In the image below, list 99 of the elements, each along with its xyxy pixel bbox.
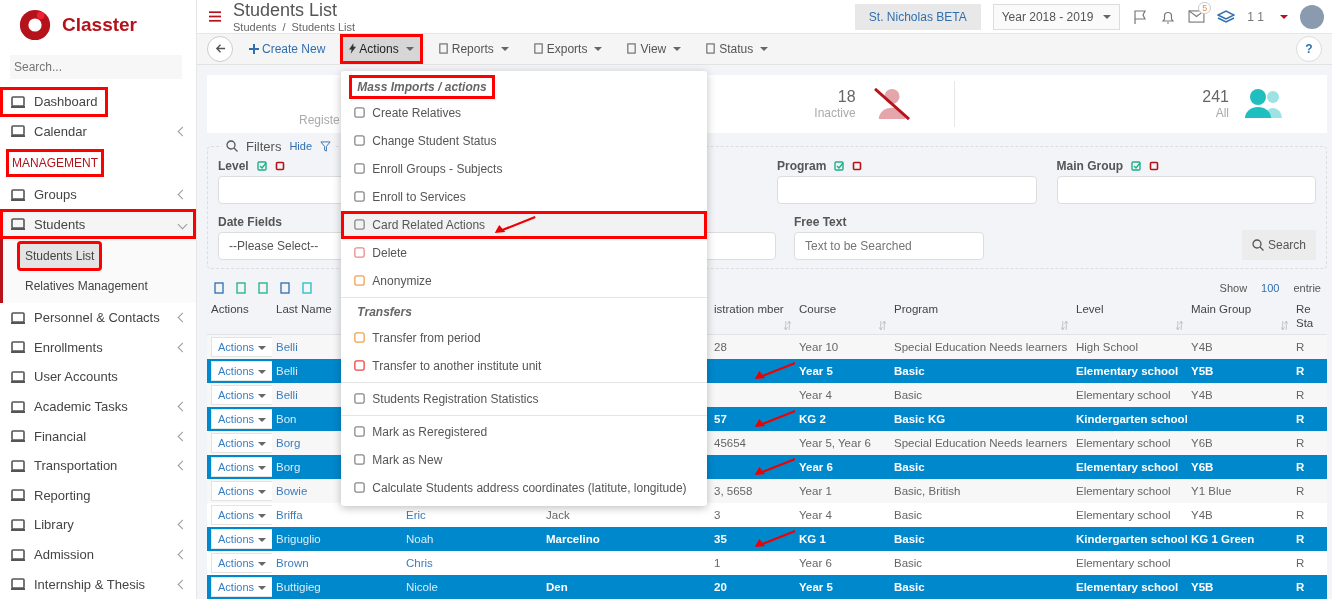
table-cell: Borg (276, 437, 301, 449)
filters-title: Filters (246, 138, 282, 154)
table-cell: 45654 (714, 437, 746, 449)
stat-value: 241 (1202, 87, 1229, 106)
table-cell: R (1296, 413, 1305, 425)
table-cell: Basic (894, 365, 925, 377)
table-cell: KG 1 Green (1191, 533, 1255, 545)
table-cell: 57 (714, 413, 727, 425)
table-cell: 3, 5658 (714, 485, 753, 497)
table-cell: R (1296, 557, 1305, 569)
table-cell: Belli (276, 389, 298, 401)
table-cell: Y6B (1191, 461, 1214, 473)
table-cell: Year 1 (799, 485, 832, 497)
field-label: Free Text (794, 214, 847, 229)
table-cell: High School (1076, 341, 1138, 353)
table-cell: R (1296, 365, 1305, 377)
menu-heading: Transfers (356, 303, 413, 321)
table-cell: Belli (276, 365, 298, 377)
table-cell: 3 (714, 509, 721, 521)
table-cell: R (1296, 485, 1305, 497)
table-cell: KG 1 (799, 533, 826, 545)
table-cell: Year 4 (799, 509, 832, 521)
table-cell: Bowie (276, 485, 308, 497)
field-label: Level (218, 158, 249, 173)
table-cell: Elementary school (1076, 485, 1171, 497)
table-cell: Year 10 (799, 341, 839, 353)
table-cell: Year 6 (799, 461, 833, 473)
table-cell: Briffa (276, 509, 303, 521)
stat-value: 18 (837, 87, 856, 106)
table-cell: Basic (894, 509, 923, 521)
table-cell: R (1296, 389, 1305, 401)
table-cell: Elementary school (1076, 365, 1179, 377)
stat-label: Inactive (814, 105, 856, 120)
table-cell: Basic KG (894, 413, 946, 425)
table-cell: KG 2 (799, 413, 826, 425)
table-cell: Elementary school (1076, 461, 1179, 473)
table-cell: Elementary school (1076, 437, 1171, 449)
table-cell: Borg (276, 461, 301, 473)
table-cell: Elementary school (1076, 389, 1171, 401)
table-cell: Basic (894, 581, 925, 593)
menu-heading: Mass Imports / actions (349, 74, 495, 99)
table-cell: R (1296, 509, 1305, 521)
table-cell: Chris (406, 557, 433, 569)
page-title: Students List (233, 0, 339, 22)
table-cell: Kindergarten school (1076, 413, 1187, 425)
table-cell: Buttigieg (276, 581, 321, 593)
table-cell: R (1296, 461, 1305, 473)
stat-label: All (1215, 105, 1229, 120)
table-cell: Bon (276, 413, 297, 425)
table-cell: R (1296, 341, 1305, 353)
table-cell: Elementary school (1076, 509, 1171, 521)
table-cell: 20 (714, 581, 727, 593)
table-cell: Y4B (1191, 509, 1213, 521)
table-cell: Y6B (1191, 437, 1213, 449)
table-cell: Y1 Blue (1191, 485, 1232, 497)
table-cell: 28 (714, 341, 727, 353)
table-cell: Special Education Needs learners (894, 437, 1068, 449)
field-label: Date Fields (218, 214, 283, 229)
table-cell: Y5B (1191, 365, 1214, 377)
table-cell: Basic (894, 389, 923, 401)
table-cell: Nicole (406, 581, 438, 593)
field-label: Main Group (1056, 158, 1124, 173)
table-cell: Basic (894, 461, 925, 473)
table-cell: Den (546, 581, 568, 593)
table-cell: Basic (894, 557, 923, 569)
table-cell: Special Education Needs learners (894, 341, 1068, 353)
table-cell: Y4B (1191, 389, 1213, 401)
table-cell: Eric (406, 509, 426, 521)
table-cell: Briguglio (276, 533, 321, 545)
table-cell: R (1296, 533, 1305, 545)
brand-name: Classter (62, 13, 137, 36)
table-cell: Year 4 (799, 389, 832, 401)
stat-label: Registe (299, 112, 340, 127)
table-cell: Elementary school (1076, 557, 1171, 569)
table-cell: Noah (406, 533, 434, 545)
table-cell: R (1296, 581, 1305, 593)
table-cell: Brown (276, 557, 309, 569)
show-label: Show (1219, 281, 1248, 294)
table-cell: Y5B (1191, 581, 1214, 593)
table-cell: 35 (714, 533, 727, 545)
table-cell: Year 5 (799, 365, 833, 377)
table-cell: Jack (546, 509, 570, 521)
table-cell: Year 5, Year 6 (799, 437, 871, 449)
breadcrumb-separator: / (282, 21, 286, 34)
table-cell: Belli (276, 341, 298, 353)
notification-badge: 5 (1198, 2, 1212, 15)
table-cell: 1 (714, 557, 721, 569)
field-label: Program (777, 158, 827, 173)
table-cell: Y4B (1191, 341, 1213, 353)
table-cell: R (1296, 437, 1305, 449)
table-cell: Elementary school (1076, 581, 1179, 593)
table-cell: Basic (894, 533, 925, 545)
table-cell: Kindergarten school (1076, 533, 1187, 545)
table-cell: Year 6 (799, 557, 832, 569)
entries-label: entrie (1293, 281, 1321, 294)
section-heading: MANAGEMENT (6, 149, 104, 177)
table-cell: Basic, British (894, 485, 961, 497)
table-cell: Marcelino (546, 533, 600, 545)
table-cell: Year 5 (799, 581, 833, 593)
